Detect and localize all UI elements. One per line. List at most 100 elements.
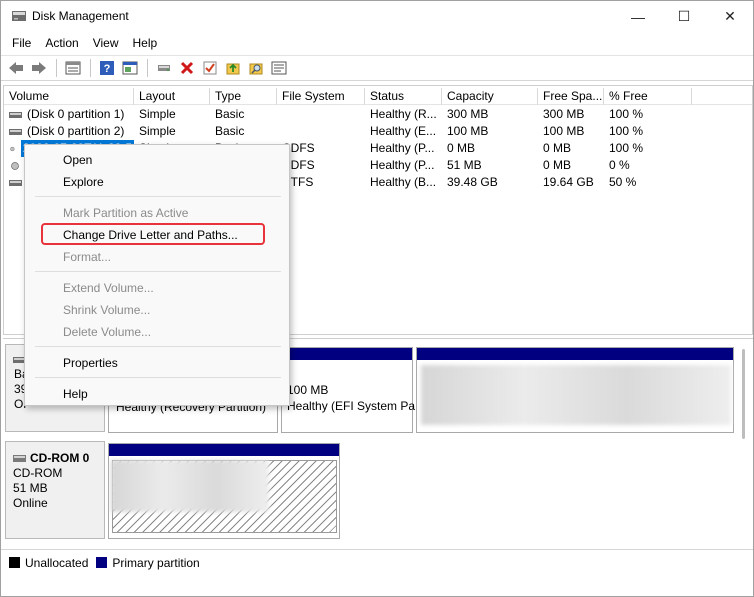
forward-arrow-icon[interactable]: [28, 58, 50, 78]
menu-item-explore[interactable]: Explore: [63, 175, 104, 189]
graph-scrollbar[interactable]: [739, 343, 749, 448]
menu-item-format: Format...: [63, 250, 112, 264]
toolbar-separator: [90, 59, 91, 77]
menu-item-shrink-volume: Shrink Volume...: [63, 303, 151, 317]
row-status: Healthy (P...: [370, 141, 435, 155]
menu-item-mark-active: Mark Partition as Active: [63, 206, 189, 220]
console-icon[interactable]: [119, 58, 141, 78]
partition-efi-status: Healthy (EFI System Pa: [287, 399, 416, 413]
up-folder-icon[interactable]: [222, 58, 244, 78]
menu-item-open[interactable]: Open: [63, 153, 92, 167]
column-header-file-system[interactable]: File System: [277, 88, 365, 105]
redacted-content: [111, 460, 269, 512]
row-percent-free: 100 %: [609, 107, 644, 121]
volume-icon: [9, 111, 22, 118]
cdrom-0-label[interactable]: CD-ROM 0 CD-ROM 51 MB Online: [5, 441, 105, 539]
row-status: Healthy (R...: [370, 107, 437, 121]
row-capacity: 51 MB: [447, 158, 482, 172]
menu-item-help[interactable]: Help: [63, 387, 88, 401]
column-header-layout[interactable]: Layout: [134, 88, 210, 105]
menu-action[interactable]: Action: [38, 34, 85, 52]
row-file-system: CDFS: [282, 158, 315, 172]
column-header-volume[interactable]: Volume: [4, 88, 134, 105]
search-icon[interactable]: [245, 58, 267, 78]
column-header-status[interactable]: Status: [365, 88, 442, 105]
volume-list-header: Volume Layout Type File System Status Ca…: [4, 88, 752, 105]
legend-label-primary: Primary partition: [112, 555, 200, 570]
column-header-type[interactable]: Type: [210, 88, 277, 105]
maximize-button[interactable]: ☐: [661, 1, 707, 32]
menu-separator: [35, 196, 281, 197]
row-capacity: 0 MB: [447, 141, 476, 155]
row-file-system: NTFS: [282, 175, 314, 189]
title-bar: Disk Management — ☐ ✕: [1, 1, 753, 32]
volume-icon: [9, 179, 22, 186]
row-file-system: [277, 106, 365, 123]
disk-management-app-icon: [12, 11, 26, 21]
svg-text:?: ?: [104, 63, 111, 75]
row-status: Healthy (B...: [370, 175, 437, 189]
legend-swatch-primary: [96, 557, 108, 568]
cdrom-status: Online: [13, 496, 48, 510]
partition-efi-size: 100 MB: [287, 383, 329, 397]
cdrom-size: 51 MB: [13, 481, 48, 495]
list-view-icon[interactable]: [62, 58, 84, 78]
context-menu: Open Explore Mark Partition as Active Ch…: [24, 144, 290, 406]
partition-system[interactable]: [416, 347, 734, 433]
cdrom-partition[interactable]: [108, 443, 340, 539]
row-layout: Simple: [139, 124, 176, 138]
row-free-space: 0 MB: [543, 158, 572, 172]
legend-label-unallocated: Unallocated: [25, 555, 89, 570]
toolbar-separator: [147, 59, 148, 77]
cd-drive-icon: [11, 161, 19, 170]
partition-efi[interactable]: 100 MB Healthy (EFI System Pa: [281, 347, 416, 433]
redacted-content: [421, 365, 731, 425]
partition-bar: [109, 444, 339, 456]
window-title: Disk Management: [32, 9, 129, 23]
table-row[interactable]: (Disk 0 partition 2) Simple Basic Health…: [4, 123, 752, 140]
row-file-system: [277, 123, 365, 140]
column-header-capacity[interactable]: Capacity: [442, 88, 538, 105]
back-arrow-icon[interactable]: [5, 58, 27, 78]
table-row[interactable]: (Disk 0 partition 1) Simple Basic Health…: [4, 106, 752, 123]
legend: Unallocated Primary partition: [1, 549, 753, 575]
menu-separator: [35, 377, 281, 378]
row-percent-free: 100 %: [609, 141, 644, 155]
menu-file[interactable]: File: [5, 34, 38, 52]
close-button[interactable]: ✕: [707, 1, 753, 32]
legend-swatch-unallocated: [9, 557, 20, 568]
scrollbar-thumb[interactable]: [742, 349, 745, 439]
menu-separator: [35, 346, 281, 347]
row-capacity: 39.48 GB: [447, 175, 498, 189]
delete-icon[interactable]: [176, 58, 198, 78]
menu-help[interactable]: Help: [126, 34, 165, 52]
menu-bar: File Action View Help: [1, 32, 753, 54]
row-layout: Simple: [139, 107, 176, 121]
row-percent-free: 50 %: [609, 175, 637, 189]
check-icon[interactable]: [199, 58, 221, 78]
help-icon[interactable]: ?: [96, 58, 118, 78]
menu-separator: [35, 271, 281, 272]
row-free-space: 100 MB: [543, 124, 585, 138]
row-volume: (Disk 0 partition 2): [27, 124, 125, 138]
menu-item-properties[interactable]: Properties: [63, 356, 118, 370]
column-header-free-space[interactable]: Free Spa...: [538, 88, 604, 105]
legend-primary: Primary partition: [96, 555, 200, 570]
connect-icon[interactable]: [153, 58, 175, 78]
cdrom-name: CD-ROM 0: [30, 451, 90, 465]
partition-bar: [282, 348, 412, 360]
column-header-percent-free[interactable]: % Free: [604, 88, 692, 105]
row-status: Healthy (P...: [370, 158, 435, 172]
row-capacity: 100 MB: [447, 124, 489, 138]
row-free-space: 0 MB: [543, 141, 572, 155]
menu-view[interactable]: View: [86, 34, 126, 52]
row-percent-free: 0 %: [609, 158, 630, 172]
legend-unallocated: Unallocated: [9, 556, 88, 570]
row-percent-free: 100 %: [609, 124, 644, 138]
minimize-button[interactable]: —: [615, 1, 661, 32]
row-capacity: 300 MB: [447, 107, 489, 121]
properties-icon[interactable]: [268, 58, 290, 78]
menu-item-extend-volume: Extend Volume...: [63, 281, 154, 295]
toolbar: ?: [1, 55, 753, 81]
cdrom-type: CD-ROM: [13, 466, 63, 480]
